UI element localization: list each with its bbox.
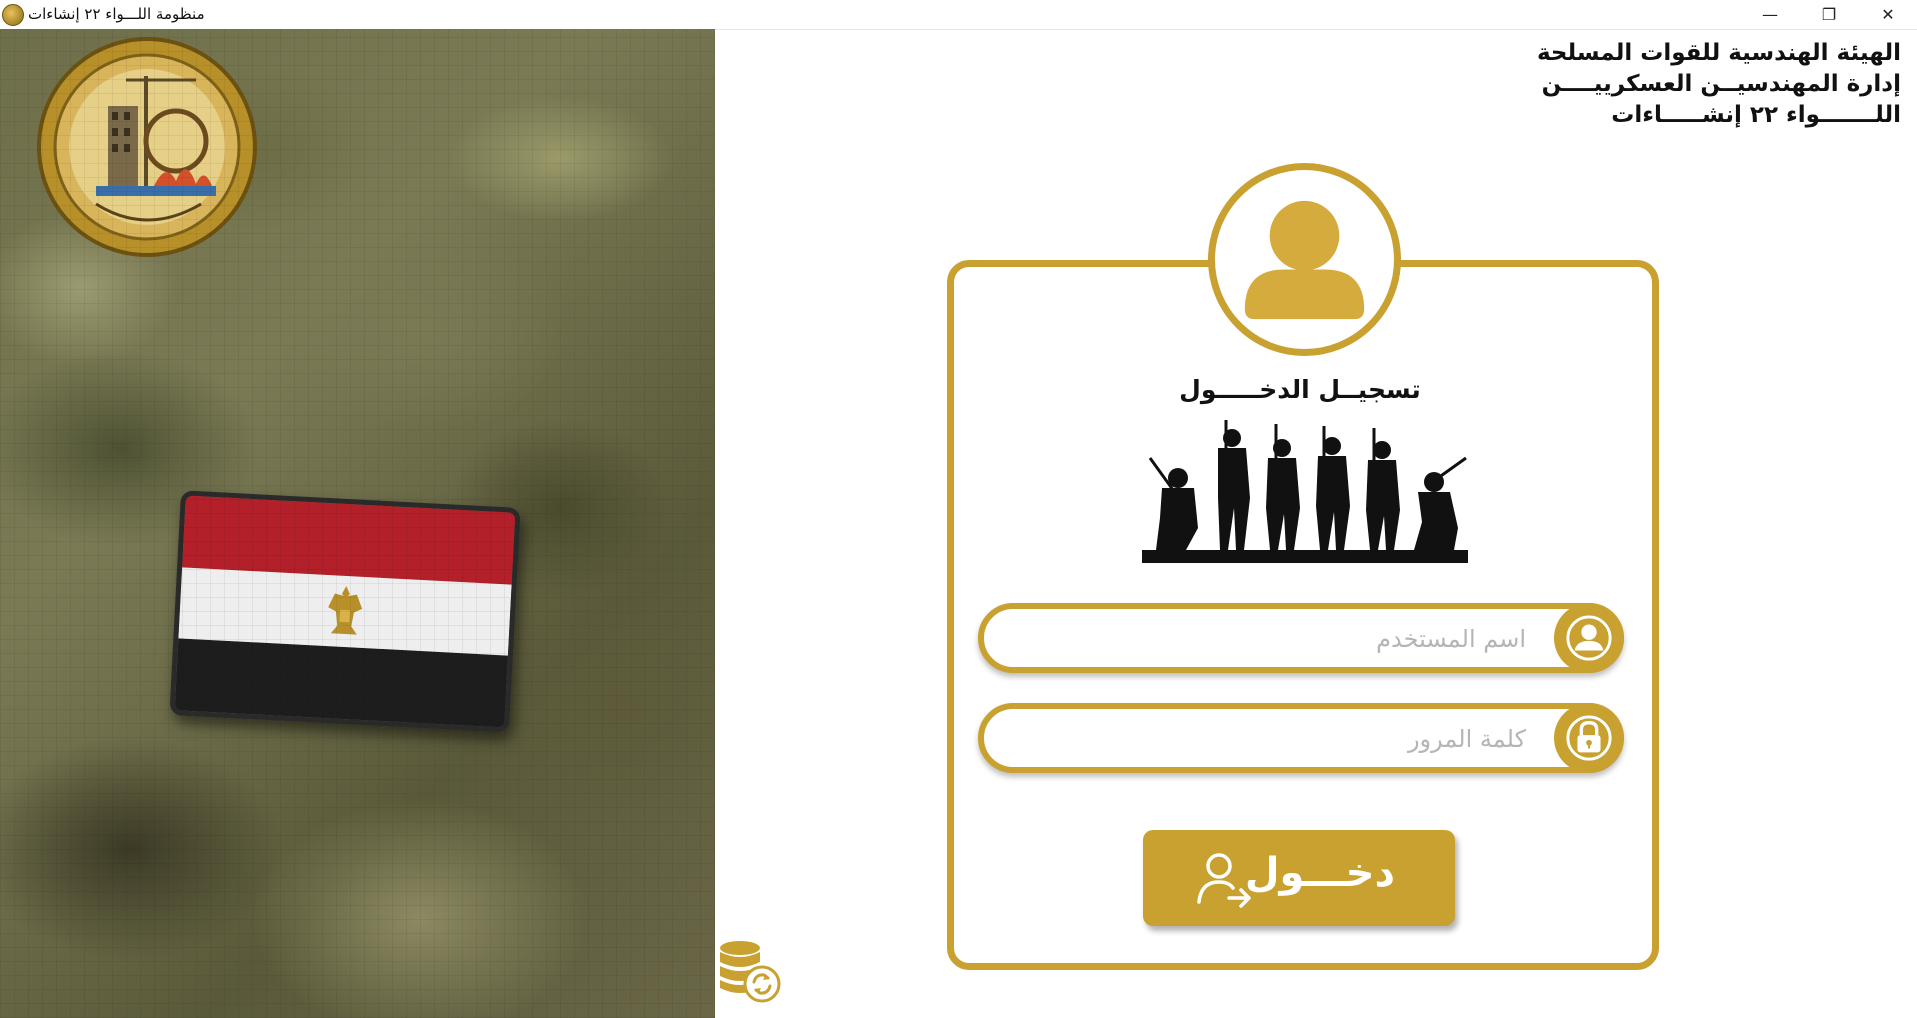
org-line-3: اللـــــــواء ٢٢ إنشـــــاءات bbox=[1611, 102, 1901, 128]
login-user-icon bbox=[1197, 853, 1251, 908]
user-icon bbox=[1554, 603, 1624, 673]
login-button[interactable]: دخـــول bbox=[1143, 830, 1455, 926]
organization-header: الهيئة الهندسية للقوات المسلحة إدارة الم… bbox=[1537, 38, 1901, 131]
camouflage-uniform-photo bbox=[0, 29, 715, 1018]
password-input[interactable] bbox=[1004, 717, 1528, 761]
user-avatar-icon bbox=[1208, 163, 1401, 356]
username-input[interactable] bbox=[1004, 617, 1528, 661]
password-field[interactable] bbox=[978, 703, 1624, 773]
minimize-button[interactable]: — bbox=[1741, 0, 1799, 29]
login-title: تسجيــل الدخـــــول bbox=[1179, 375, 1421, 404]
username-field[interactable] bbox=[978, 603, 1624, 673]
egypt-flag-patch bbox=[169, 490, 521, 733]
org-line-1: الهيئة الهندسية للقوات المسلحة bbox=[1536, 40, 1901, 66]
engineering-authority-emblem bbox=[37, 37, 257, 257]
lock-icon bbox=[1554, 703, 1624, 773]
soldiers-silhouette-image bbox=[1142, 420, 1468, 563]
login-button-label: دخـــول bbox=[1244, 850, 1395, 896]
database-sync-icon[interactable] bbox=[716, 938, 782, 1004]
title-bar: منظومة اللـــواء ٢٢ إنشاءات — ❐ ✕ bbox=[0, 0, 1917, 30]
maximize-button[interactable]: ❐ bbox=[1800, 0, 1858, 29]
app-emblem-icon bbox=[2, 4, 24, 26]
org-line-2: إدارة المهندسيــن العسكرييــــن bbox=[1541, 71, 1901, 97]
eagle-emblem-icon bbox=[328, 586, 363, 636]
window-title: منظومة اللـــواء ٢٢ إنشاءات bbox=[28, 5, 205, 23]
close-button[interactable]: ✕ bbox=[1859, 0, 1917, 29]
